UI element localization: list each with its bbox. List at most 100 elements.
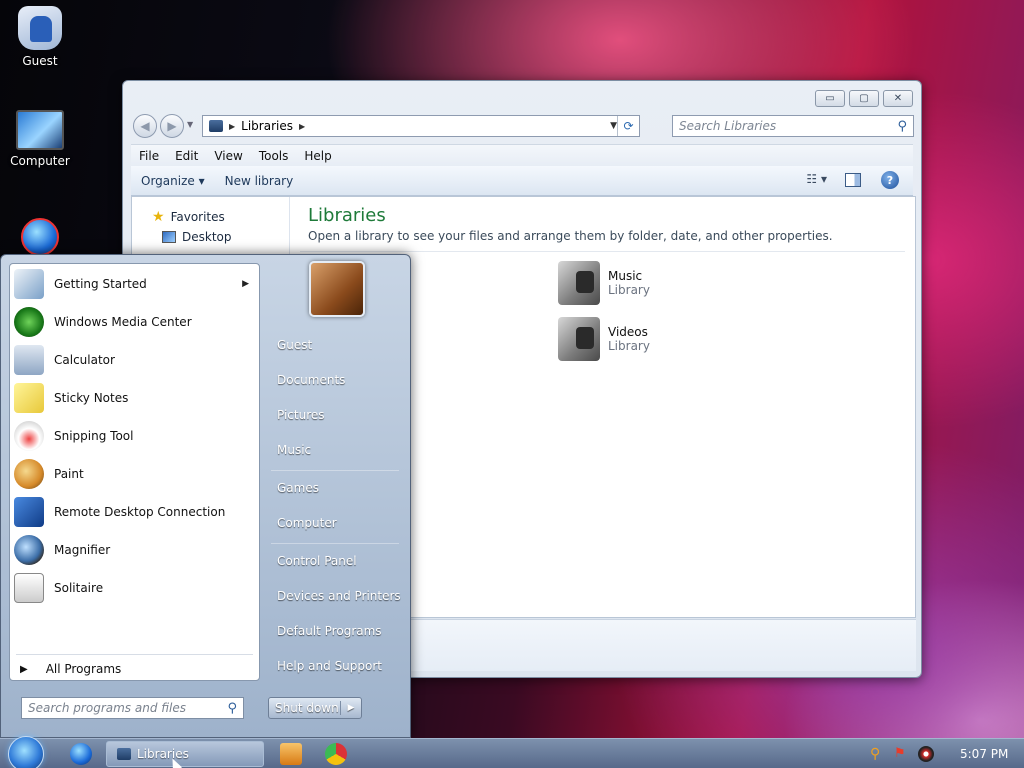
program-label: Magnifier (54, 543, 111, 557)
user-folder-icon (18, 6, 62, 50)
taskbar-button-label: Libraries (137, 747, 189, 761)
expand-arrow-icon: ▶ (20, 663, 28, 675)
program-label: Windows Media Center (54, 315, 192, 329)
back-button[interactable]: ◀ (133, 114, 157, 138)
start-button[interactable] (8, 736, 44, 768)
shutdown-label: Shut down (269, 701, 341, 715)
start-item-pictures[interactable]: Pictures (277, 408, 325, 422)
getting-started-icon (14, 269, 44, 299)
search-icon[interactable]: ⚲ (227, 701, 237, 716)
clock[interactable]: 5:07 PM (960, 747, 1008, 761)
start-menu-places-panel: Guest Documents Pictures Music Games Com… (261, 255, 411, 739)
nav-item-favorites[interactable]: ★ Favorites (152, 209, 225, 225)
remote-desktop-icon (14, 497, 44, 527)
menu-view[interactable]: View (206, 149, 250, 163)
program-solitaire[interactable]: Solitaire (14, 570, 255, 606)
search-placeholder: Search programs and files (28, 701, 186, 715)
search-placeholder: Search Libraries (679, 119, 777, 133)
search-icon[interactable]: ⚲ (897, 119, 907, 134)
program-getting-started[interactable]: Getting Started ▶ (14, 266, 255, 302)
start-item-games[interactable]: Games (277, 481, 319, 495)
taskbar: Libraries ⚲ ⚑ 5:07 PM (0, 736, 1024, 768)
music-library-icon (558, 261, 600, 305)
change-view-icon[interactable]: ☷ ▾ (806, 172, 827, 186)
search-input[interactable]: Search Libraries ⚲ (672, 115, 914, 137)
shutdown-button[interactable]: Shut down ▶ (268, 697, 362, 719)
preview-pane-icon[interactable] (845, 173, 861, 187)
computer-icon (16, 110, 64, 150)
program-snipping-tool[interactable]: Snipping Tool (14, 418, 255, 454)
start-menu-programs-panel: Getting Started ▶ Windows Media Center C… (9, 263, 260, 681)
tray-search-icon[interactable]: ⚲ (870, 746, 886, 762)
menu-tools[interactable]: Tools (251, 149, 297, 163)
speaker-icon[interactable] (918, 746, 934, 762)
menu-bar: File Edit View Tools Help (131, 144, 913, 166)
start-item-default-programs[interactable]: Default Programs (277, 624, 382, 638)
help-icon[interactable]: ? (881, 171, 899, 189)
forward-arrow-icon: ▶ (167, 119, 177, 133)
start-menu: Getting Started ▶ Windows Media Center C… (0, 254, 411, 738)
program-magnifier[interactable]: Magnifier (14, 532, 255, 568)
calculator-icon (14, 345, 44, 375)
program-label: Solitaire (54, 581, 104, 595)
close-button[interactable]: ✕ (883, 90, 913, 107)
start-item-documents[interactable]: Documents (277, 373, 345, 387)
library-item-music[interactable]: Music Library (558, 261, 650, 305)
taskbar-media-player-icon[interactable] (280, 743, 302, 765)
user-avatar[interactable] (309, 261, 365, 317)
breadcrumb-libraries[interactable]: Libraries (241, 119, 293, 133)
all-programs-button[interactable]: ▶ All Programs (20, 662, 121, 676)
libraries-icon (117, 748, 131, 760)
start-item-devices-and-printers[interactable]: Devices and Printers (277, 589, 401, 603)
shutdown-options-arrow-icon[interactable]: ▶ (341, 703, 361, 713)
program-sticky-notes[interactable]: Sticky Notes (14, 380, 255, 416)
recent-pages-dropdown-icon[interactable]: ▼ (187, 120, 193, 129)
start-item-control-panel[interactable]: Control Panel (277, 554, 357, 568)
start-item-guest[interactable]: Guest (277, 338, 312, 352)
address-dropdown-icon[interactable]: ▼ (610, 121, 617, 131)
system-tray: ⚲ ⚑ 5:07 PM (856, 739, 1024, 768)
program-remote-desktop-connection[interactable]: Remote Desktop Connection (14, 494, 255, 530)
maximize-button[interactable]: ▢ (849, 90, 879, 107)
address-bar[interactable]: ▶ Libraries ▶ ▼ ⟳ (202, 115, 640, 137)
new-library-button[interactable]: New library (215, 174, 304, 188)
action-center-flag-icon[interactable]: ⚑ (894, 746, 910, 762)
menu-help[interactable]: Help (296, 149, 339, 163)
internet-explorer-icon (21, 218, 59, 256)
refresh-button[interactable]: ⟳ (617, 116, 639, 136)
desktop-icon-computer[interactable]: Computer (0, 110, 80, 168)
program-windows-media-center[interactable]: Windows Media Center (14, 304, 255, 340)
library-name: Videos (608, 325, 648, 339)
submenu-arrow-icon[interactable]: ▶ (242, 279, 249, 289)
minimize-button[interactable]: ▭ (815, 90, 845, 107)
library-type: Library (608, 339, 650, 353)
desktop-icon-label: Guest (22, 54, 58, 68)
start-item-computer[interactable]: Computer (277, 516, 337, 530)
nav-item-desktop[interactable]: Desktop (162, 230, 232, 244)
program-calculator[interactable]: Calculator (14, 342, 255, 378)
desktop-icon (162, 231, 176, 243)
library-item-videos[interactable]: Videos Library (558, 317, 650, 361)
desktop-icon-guest[interactable]: Guest (0, 6, 80, 68)
menu-file[interactable]: File (131, 149, 167, 163)
breadcrumb-chevron-icon[interactable]: ▶ (299, 122, 305, 131)
window-controls: ▭ ▢ ✕ (815, 90, 913, 107)
taskbar-internet-explorer-icon[interactable] (70, 743, 92, 765)
paint-palette-icon (14, 459, 44, 489)
nav-item-label: Favorites (170, 210, 225, 224)
menu-edit[interactable]: Edit (167, 149, 206, 163)
page-subtitle: Open a library to see your files and arr… (308, 229, 833, 243)
start-item-help-and-support[interactable]: Help and Support (277, 659, 382, 673)
organize-button[interactable]: Organize ▾ (131, 174, 215, 188)
program-label: Paint (54, 467, 84, 481)
divider (271, 543, 399, 544)
breadcrumb-chevron-icon[interactable]: ▶ (229, 122, 235, 131)
desktop-icon-label: Computer (10, 154, 70, 168)
start-search-input[interactable]: Search programs and files ⚲ (21, 697, 244, 719)
start-item-music[interactable]: Music (277, 443, 311, 457)
taskbar-chrome-icon[interactable] (325, 743, 347, 765)
taskbar-button-libraries[interactable]: Libraries (106, 741, 264, 767)
windows-media-center-icon (14, 307, 44, 337)
forward-button[interactable]: ▶ (160, 114, 184, 138)
program-paint[interactable]: Paint (14, 456, 255, 492)
